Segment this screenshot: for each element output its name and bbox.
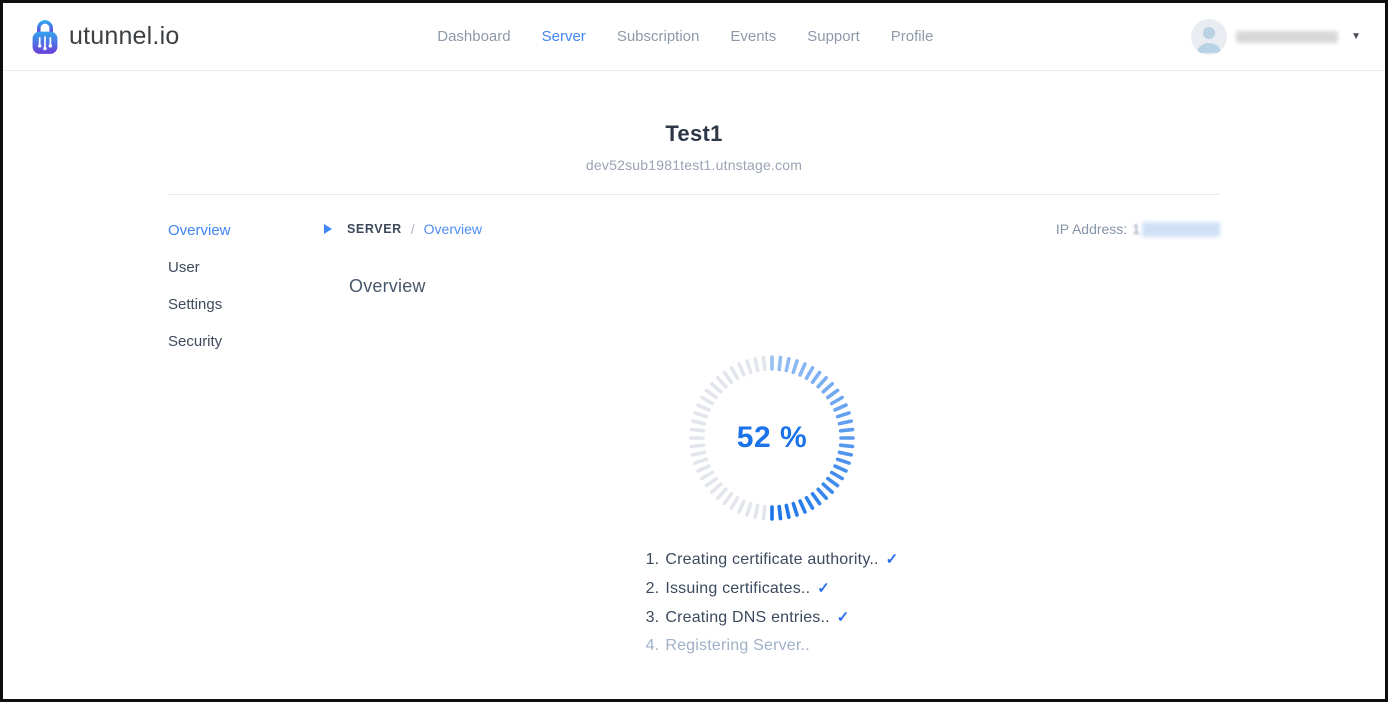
nav-item-events[interactable]: Events [730, 28, 776, 45]
step-number: 4. [646, 632, 660, 661]
content-area: Overview User Settings Security SERVER /… [168, 195, 1220, 661]
step-number: 1. [646, 546, 660, 575]
section-heading: Overview [349, 276, 1220, 297]
redacted-username [1236, 31, 1338, 43]
breadcrumb-section[interactable]: SERVER [347, 222, 402, 236]
sidebar: Overview User Settings Security [168, 221, 324, 661]
sidebar-item-overview[interactable]: Overview [168, 221, 324, 241]
breadcrumb: SERVER / Overview [324, 221, 482, 237]
setup-progress: 52 % 1. Creating certificate authority..… [324, 297, 1220, 661]
top-navbar: utunnel.io Dashboard Server Subscription… [3, 3, 1385, 71]
nav-item-server[interactable]: Server [542, 28, 586, 45]
setup-step: 3. Creating DNS entries.. ✓ [646, 604, 899, 633]
step-number: 2. [646, 575, 660, 604]
setup-step: 1. Creating certificate authority.. ✓ [646, 546, 899, 575]
ip-address: IP Address: 1 [1056, 221, 1220, 237]
step-text: Creating certificate authority.. [665, 546, 878, 575]
nav-item-support[interactable]: Support [807, 28, 860, 45]
breadcrumb-current[interactable]: Overview [424, 221, 482, 237]
main-panel: SERVER / Overview IP Address: 1 Overview… [324, 221, 1220, 661]
page-title: Test1 [3, 121, 1385, 147]
ip-address-label: IP Address: [1056, 221, 1127, 237]
nav-item-profile[interactable]: Profile [891, 28, 934, 45]
setup-step: 4. Registering Server.. [646, 632, 899, 661]
main-nav: Dashboard Server Subscription Events Sup… [179, 28, 1191, 45]
check-icon: ✓ [817, 575, 830, 604]
avatar [1191, 19, 1227, 55]
server-title-block: Test1 dev52sub1981test1.utnstage.com [3, 121, 1385, 173]
user-menu[interactable]: ▼ [1191, 19, 1361, 55]
padlock-logo-icon [29, 18, 61, 56]
step-text: Issuing certificates.. [665, 575, 810, 604]
redacted-ip [1142, 222, 1220, 237]
step-text: Creating DNS entries.. [665, 604, 829, 633]
chevron-down-icon: ▼ [1351, 31, 1361, 42]
sidebar-item-user[interactable]: User [168, 258, 324, 278]
breadcrumb-separator: / [411, 221, 415, 237]
check-icon: ✓ [886, 546, 899, 575]
setup-step: 2. Issuing certificates.. ✓ [646, 575, 899, 604]
brand-logo[interactable]: utunnel.io [29, 18, 179, 56]
step-number: 3. [646, 604, 660, 633]
progress-ring: 52 % [687, 353, 857, 523]
setup-steps: 1. Creating certificate authority.. ✓ 2.… [646, 546, 899, 661]
progress-percent: 52 % [687, 353, 857, 523]
brand-name: utunnel.io [69, 22, 179, 51]
nav-item-dashboard[interactable]: Dashboard [437, 28, 510, 45]
breadcrumb-arrow-icon [324, 224, 332, 234]
sidebar-item-settings[interactable]: Settings [168, 295, 324, 315]
sidebar-item-security[interactable]: Security [168, 332, 324, 352]
check-icon: ✓ [837, 604, 850, 633]
nav-item-subscription[interactable]: Subscription [617, 28, 700, 45]
server-domain: dev52sub1981test1.utnstage.com [3, 157, 1385, 173]
step-text: Registering Server.. [665, 632, 810, 661]
ip-visible-prefix: 1 [1132, 221, 1140, 237]
